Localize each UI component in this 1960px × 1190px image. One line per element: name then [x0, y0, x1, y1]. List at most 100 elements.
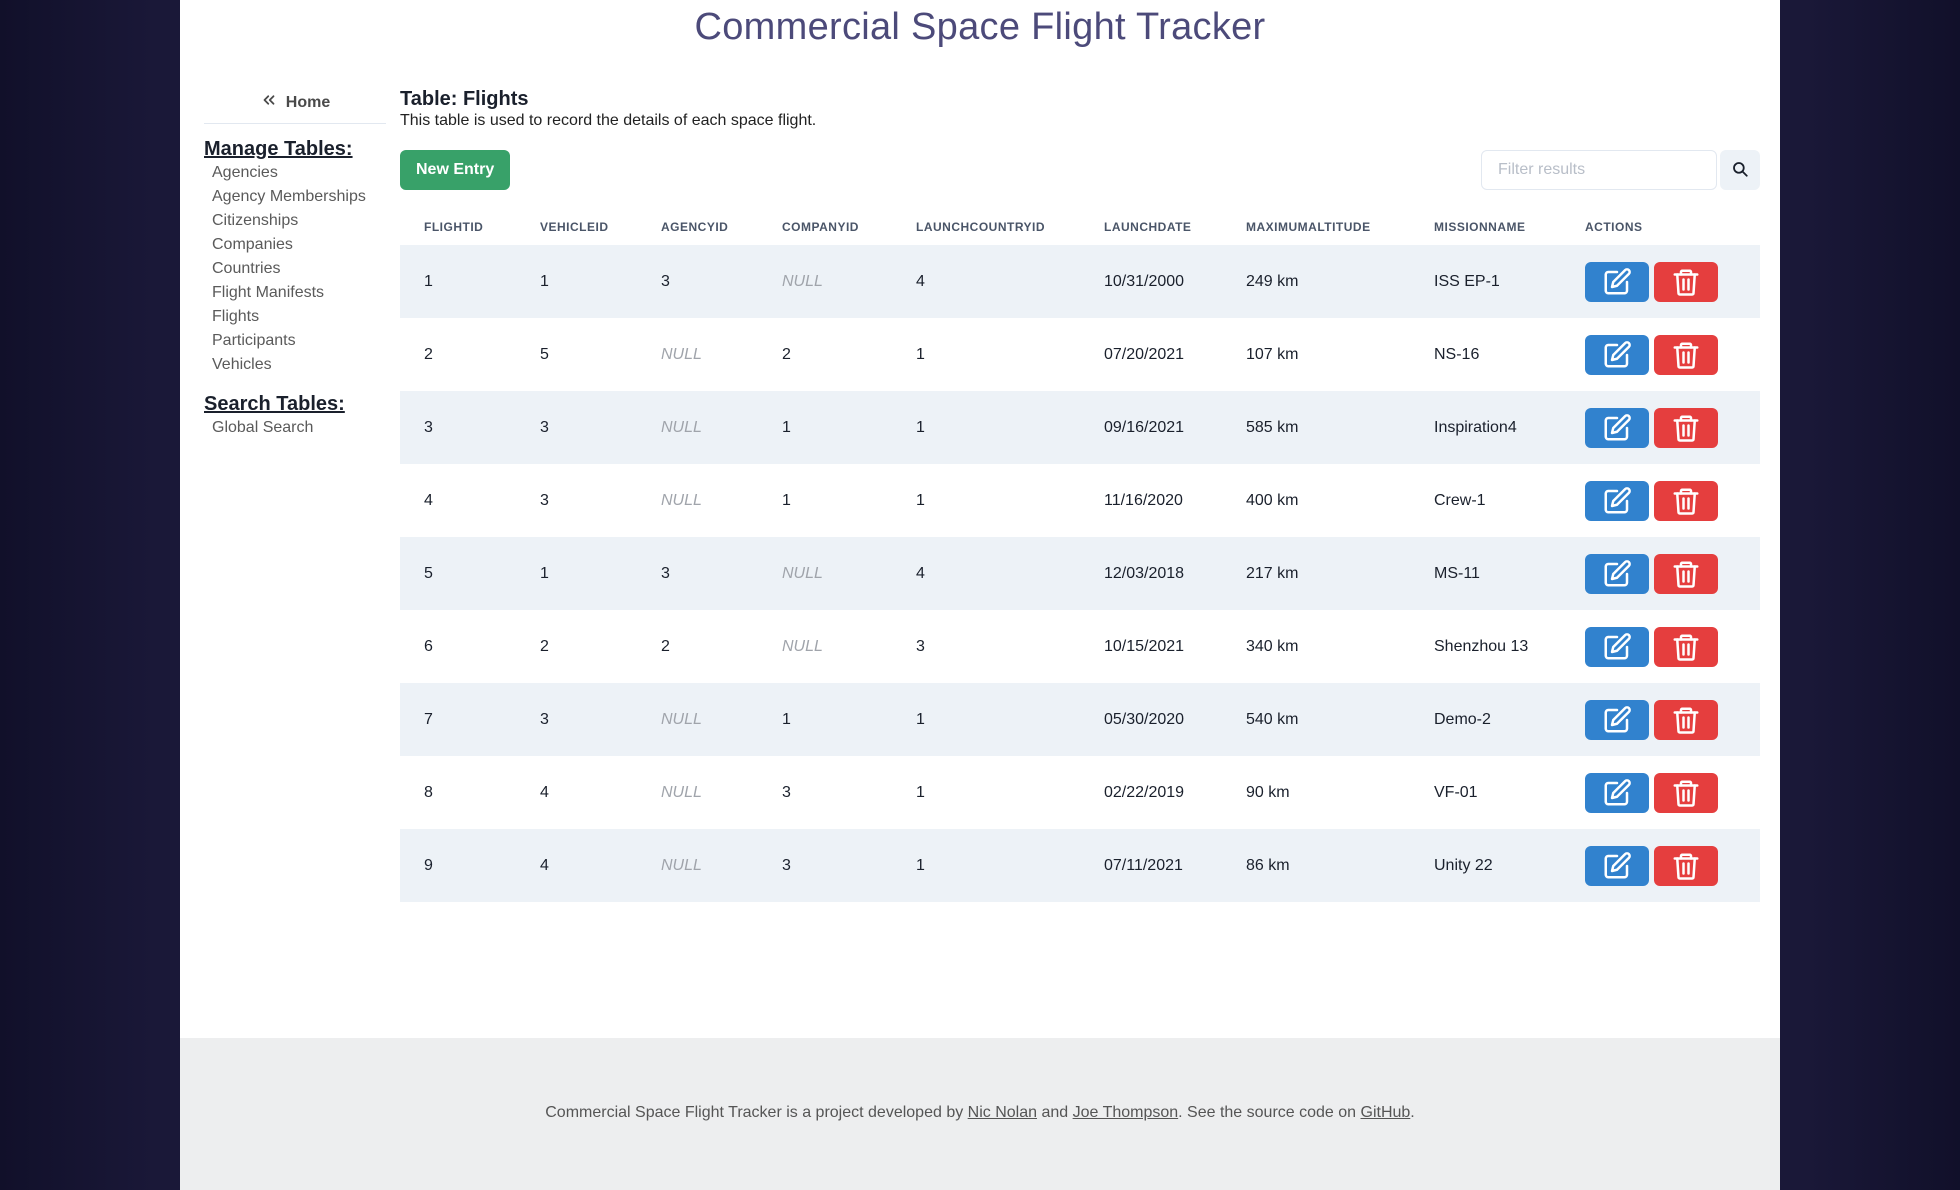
cell-agencyid: 3	[637, 537, 758, 610]
sidebar-item-citizenships[interactable]: Citizenships	[212, 209, 386, 233]
cell-flightid: 6	[424, 637, 433, 655]
delete-button[interactable]	[1654, 261, 1718, 302]
cell-launchdate: 07/11/2021	[1080, 829, 1222, 902]
delete-button[interactable]	[1654, 699, 1718, 740]
cell-maximumaltitude: 90 km	[1246, 783, 1290, 801]
author-link-nic-nolan[interactable]: Nic Nolan	[968, 1104, 1037, 1121]
edit-button[interactable]	[1585, 699, 1649, 740]
cell-launchcountryid: 1	[892, 391, 1080, 464]
trash-icon	[1671, 705, 1701, 735]
cell-flightid: 1	[400, 245, 516, 318]
search-tables-title: Search Tables:	[204, 393, 345, 415]
edit-button[interactable]	[1585, 261, 1649, 302]
cell-flightid: 3	[400, 391, 516, 464]
cell-actions	[1561, 245, 1760, 318]
sidebar-item-global-search[interactable]: Global Search	[212, 416, 386, 440]
column-header-missionname: MISSIONNAME	[1434, 220, 1526, 234]
cell-companyid: 1	[758, 391, 892, 464]
manage-tables-list: Agencies Agency Memberships Citizenships…	[212, 161, 386, 377]
column-header-agencyid: AGENCYID	[661, 220, 729, 234]
author-link-joe-thompson[interactable]: Joe Thompson	[1073, 1104, 1179, 1121]
sidebar-item-flights[interactable]: Flights	[212, 305, 386, 329]
cell-launchdate: 02/22/2019	[1104, 783, 1185, 801]
delete-button[interactable]	[1654, 407, 1718, 448]
cell-companyid: NULL	[758, 537, 892, 610]
cell-flightid: 7	[400, 683, 516, 756]
sidebar-item-participants[interactable]: Participants	[212, 329, 386, 353]
cell-launchcountryid: 1	[916, 491, 925, 509]
edit-button[interactable]	[1585, 334, 1649, 375]
cell-agencyid: NULL	[661, 345, 702, 363]
table-row: 5 1 3 NULL 4 12/03/2018 217 km MS-11	[400, 537, 1760, 610]
table-header-row: FLIGHTID VEHICLEID AGENCYID COMPANYID LAUNCH…	[400, 209, 1760, 245]
cell-companyid: NULL	[758, 245, 892, 318]
main-content: Table: Flights This table is used to rec…	[400, 88, 1760, 902]
cell-launchcountryid: 3	[916, 637, 925, 655]
edit-button[interactable]	[1585, 407, 1649, 448]
cell-vehicleid: 2	[540, 637, 549, 655]
table-row: 6 2 2 NULL 3 10/15/2021 340 km Shenzhou 13	[400, 610, 1760, 683]
cell-agencyid: 2	[661, 637, 670, 655]
cell-vehicleid: 3	[540, 491, 549, 509]
table-row: 2 5 NULL 2 1 07/20/2021 107 km NS-16	[400, 318, 1760, 391]
footer: Commercial Space Flight Tracker is a pro…	[180, 1038, 1780, 1190]
new-entry-button[interactable]: New Entry	[400, 150, 511, 190]
double-chevron-left-icon	[260, 91, 278, 114]
table-row: 3 3 NULL 1 1 09/16/2021 585 km Inspiration4	[400, 391, 1760, 464]
page: Commercial Space Flight Tracker Home Man…	[180, 0, 1780, 1190]
table-row: 8 4 NULL 3 1 02/22/2019 90 km VF-01	[400, 756, 1760, 829]
cell-missionname: Crew-1	[1434, 491, 1486, 509]
edit-button[interactable]	[1585, 845, 1649, 886]
trash-icon	[1671, 559, 1701, 589]
cell-flightid: 9	[400, 829, 516, 902]
sidebar-item-companies[interactable]: Companies	[212, 233, 386, 257]
cell-maximumaltitude: 249 km	[1222, 245, 1410, 318]
edit-icon	[1602, 778, 1632, 808]
edit-icon	[1602, 851, 1632, 881]
cell-flightid: 5	[400, 537, 516, 610]
delete-button[interactable]	[1654, 626, 1718, 667]
cell-maximumaltitude: 217 km	[1222, 537, 1410, 610]
sidebar-item-countries[interactable]: Countries	[212, 257, 386, 281]
cell-companyid: 3	[758, 829, 892, 902]
column-header-launchcountryid: LAUNCHCOUNTRYID	[916, 220, 1046, 234]
search-button[interactable]	[1720, 150, 1760, 190]
cell-actions	[1561, 391, 1760, 464]
cell-flightid: 4	[424, 491, 433, 509]
sidebar-item-flight-manifests[interactable]: Flight Manifests	[212, 281, 386, 305]
delete-button[interactable]	[1654, 334, 1718, 375]
cell-maximumaltitude: 340 km	[1246, 637, 1299, 655]
delete-button[interactable]	[1654, 553, 1718, 594]
cell-vehicleid: 1	[516, 245, 637, 318]
delete-button[interactable]	[1654, 772, 1718, 813]
cell-maximumaltitude: 585 km	[1222, 391, 1410, 464]
cell-launchcountryid: 1	[916, 345, 925, 363]
cell-vehicleid: 3	[516, 391, 637, 464]
edit-button[interactable]	[1585, 626, 1649, 667]
trash-icon	[1671, 632, 1701, 662]
filter-input[interactable]	[1481, 150, 1717, 190]
github-link[interactable]: GitHub	[1361, 1104, 1411, 1121]
sidebar-item-vehicles[interactable]: Vehicles	[212, 353, 386, 377]
cell-agencyid: NULL	[637, 683, 758, 756]
sidebar-item-agencies[interactable]: Agencies	[212, 161, 386, 185]
cell-maximumaltitude: 107 km	[1246, 345, 1299, 363]
cell-actions	[1561, 829, 1760, 902]
edit-button[interactable]	[1585, 553, 1649, 594]
footer-text-part: and	[1037, 1104, 1073, 1121]
delete-button[interactable]	[1654, 845, 1718, 886]
cell-launchdate: 09/16/2021	[1080, 391, 1222, 464]
footer-text: Commercial Space Flight Tracker is a pro…	[180, 1104, 1780, 1122]
cell-actions	[1561, 610, 1760, 683]
delete-button[interactable]	[1654, 480, 1718, 521]
edit-button[interactable]	[1585, 480, 1649, 521]
cell-actions	[1561, 537, 1760, 610]
cell-launchdate: 10/15/2021	[1104, 637, 1185, 655]
sidebar-item-agency-memberships[interactable]: Agency Memberships	[212, 185, 386, 209]
cell-agencyid: NULL	[637, 829, 758, 902]
cell-missionname: Unity 22	[1410, 829, 1561, 902]
edit-button[interactable]	[1585, 772, 1649, 813]
home-link[interactable]: Home	[204, 88, 386, 124]
cell-missionname: ISS EP-1	[1410, 245, 1561, 318]
table-row: 9 4 NULL 3 1 07/11/2021 86 km Unity 22	[400, 829, 1760, 902]
